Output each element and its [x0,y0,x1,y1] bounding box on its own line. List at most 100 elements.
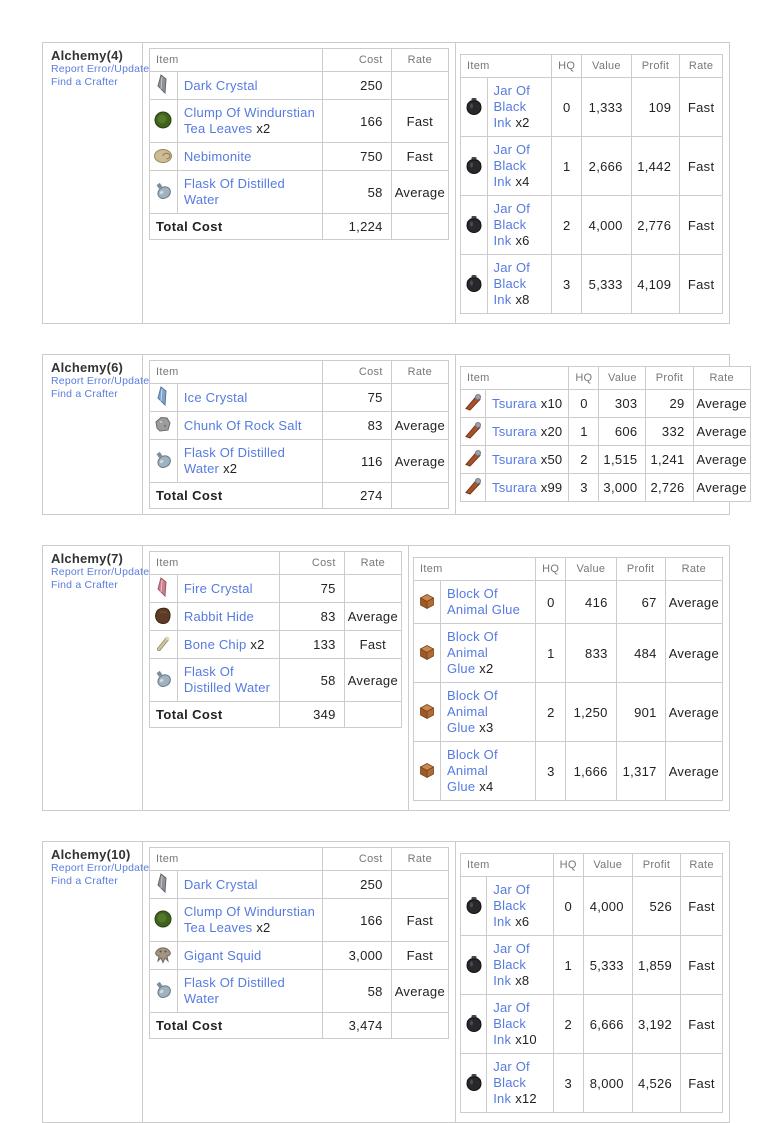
gigant-squid-icon [153,944,173,964]
value-amount: 4,000 [582,876,633,936]
col-header-rate: Rate [664,557,724,581]
results-header-row: Item HQ Value Profit Rate [459,54,723,78]
item-name-cell: Nebimonite [176,142,323,171]
ingredients-header-row: Item Cost Rate [149,847,450,871]
black-ink-icon [464,96,484,116]
report-error-link[interactable]: Report Error/Update [51,566,149,579]
item-link[interactable]: Flask Of Distilled Water [184,664,270,695]
find-crafter-link[interactable]: Find a Crafter [51,388,136,401]
item-icon-cell [460,473,486,502]
total-cost-row: Total Cost 274 [149,482,450,509]
rate-badge: Fast [679,254,723,314]
col-header-item: Item [149,551,280,575]
item-link[interactable]: Flask Of Distilled Water [184,176,285,207]
item-link[interactable]: Dark Crystal [184,78,258,93]
rate-badge-empty [390,1012,450,1039]
item-name-cell: Fire Crystal [176,574,280,603]
rock-salt-icon [153,414,173,434]
item-name-cell: Flask Of Distilled Water x2 [176,439,323,483]
result-row: Tsurara x10 0 303 29 Average [460,389,751,418]
total-cost-label: Total Cost [149,701,280,728]
item-icon-cell [460,417,486,446]
cost-value: 83 [278,602,345,631]
cost-value: 166 [321,99,392,143]
item-link[interactable]: Ice Crystal [184,390,248,405]
profit-amount: 3,192 [631,994,682,1054]
item-name-cell: Clump Of Windurstian Tea Leaves x2 [176,898,323,942]
ingredients-panel: Item Cost Rate Ice Crystal 75 Chunk Of R… [143,355,456,514]
hq-level: 1 [568,417,600,446]
col-header-profit: Profit [615,557,666,581]
cost-value: 250 [321,71,392,100]
rate-badge: Fast [679,77,723,137]
cost-value: 58 [278,658,345,702]
item-quantity: x4 [479,779,494,794]
item-link[interactable]: Clump Of Windurstian Tea Leaves [184,904,315,935]
find-crafter-link[interactable]: Find a Crafter [51,579,136,592]
item-link[interactable]: Nebimonite [184,149,252,164]
item-link[interactable]: Gigant Squid [184,948,262,963]
rate-badge: Fast [679,195,723,255]
result-row: Block Of Animal Glue x2 1 833 484 Average [412,623,724,683]
profit-amount: 109 [630,77,681,137]
item-link[interactable]: Tsurara [492,452,537,467]
report-error-link[interactable]: Report Error/Update [51,375,149,388]
item-link[interactable]: Flask Of Distilled Water [184,975,285,1006]
animal-glue-icon [417,642,437,662]
result-row: Block Of Animal Glue x4 3 1,666 1,317 Ave… [412,741,724,801]
item-link[interactable]: Tsurara [492,396,537,411]
animal-glue-icon [417,760,437,780]
item-icon-cell [460,389,486,418]
profit-amount: 29 [645,389,694,418]
item-link[interactable]: Fire Crystal [184,581,253,596]
item-link[interactable]: Clump Of Windurstian Tea Leaves [184,105,315,136]
find-crafter-link[interactable]: Find a Crafter [51,875,136,888]
item-link[interactable]: Chunk Of Rock Salt [184,418,302,433]
item-link[interactable]: Block Of Animal Glue [447,586,520,617]
cost-value: 83 [321,411,392,440]
flask-icon [153,181,173,201]
flask-icon [153,450,173,470]
ingredient-row: Flask Of Distilled Water 58 Average [149,969,450,1013]
section-title: Alchemy(4) [51,48,124,63]
item-icon-cell [149,658,178,702]
profit-amount: 901 [615,682,666,742]
value-amount: 833 [565,623,617,683]
find-crafter-link[interactable]: Find a Crafter [51,76,136,89]
item-icon-cell [459,876,488,936]
item-link[interactable]: Tsurara [492,424,537,439]
item-quantity: x2 [256,920,271,935]
hq-level: 0 [552,876,584,936]
ingredient-row: Flask Of Distilled Water x2 116 Average [149,439,450,483]
results-table: Item HQ Value Profit Rate Tsurara x10 0 3… [459,366,751,502]
item-link[interactable]: Rabbit Hide [184,609,254,624]
total-cost-value: 3,474 [321,1012,392,1039]
profit-amount: 2,776 [630,195,681,255]
item-icon-cell [149,411,178,440]
rate-badge: Average [390,439,450,483]
item-quantity: x12 [515,1091,537,1106]
item-link[interactable]: Tsurara [492,480,537,495]
report-error-link[interactable]: Report Error/Update [51,63,149,76]
rate-badge: Average [343,602,403,631]
report-error-link[interactable]: Report Error/Update [51,862,149,875]
item-name-cell: Jar Of Black Ink x12 [486,1053,554,1113]
col-header-profit: Profit [645,366,694,390]
col-header-item: Item [412,557,537,581]
results-header-row: Item HQ Value Profit Rate [460,853,723,877]
value-amount: 606 [598,417,647,446]
item-icon-cell [412,741,442,801]
item-link[interactable]: Dark Crystal [184,877,258,892]
item-name-cell: Rabbit Hide [176,602,280,631]
col-header-value: Value [598,366,647,390]
recipe-section: Alchemy(4) Report Error/Update Find a Cr… [42,42,730,324]
item-icon-cell [149,574,178,603]
item-icon-cell [459,1053,488,1113]
profit-amount: 1,317 [615,741,666,801]
col-header-value: Value [565,557,617,581]
hq-level: 1 [552,935,584,995]
item-link[interactable]: Bone Chip [184,637,247,652]
ingredient-row: Chunk Of Rock Salt 83 Average [149,411,450,440]
result-row: Jar Of Black Ink x8 3 5,333 4,109 Fast [460,254,723,314]
black-ink-icon [464,155,484,175]
